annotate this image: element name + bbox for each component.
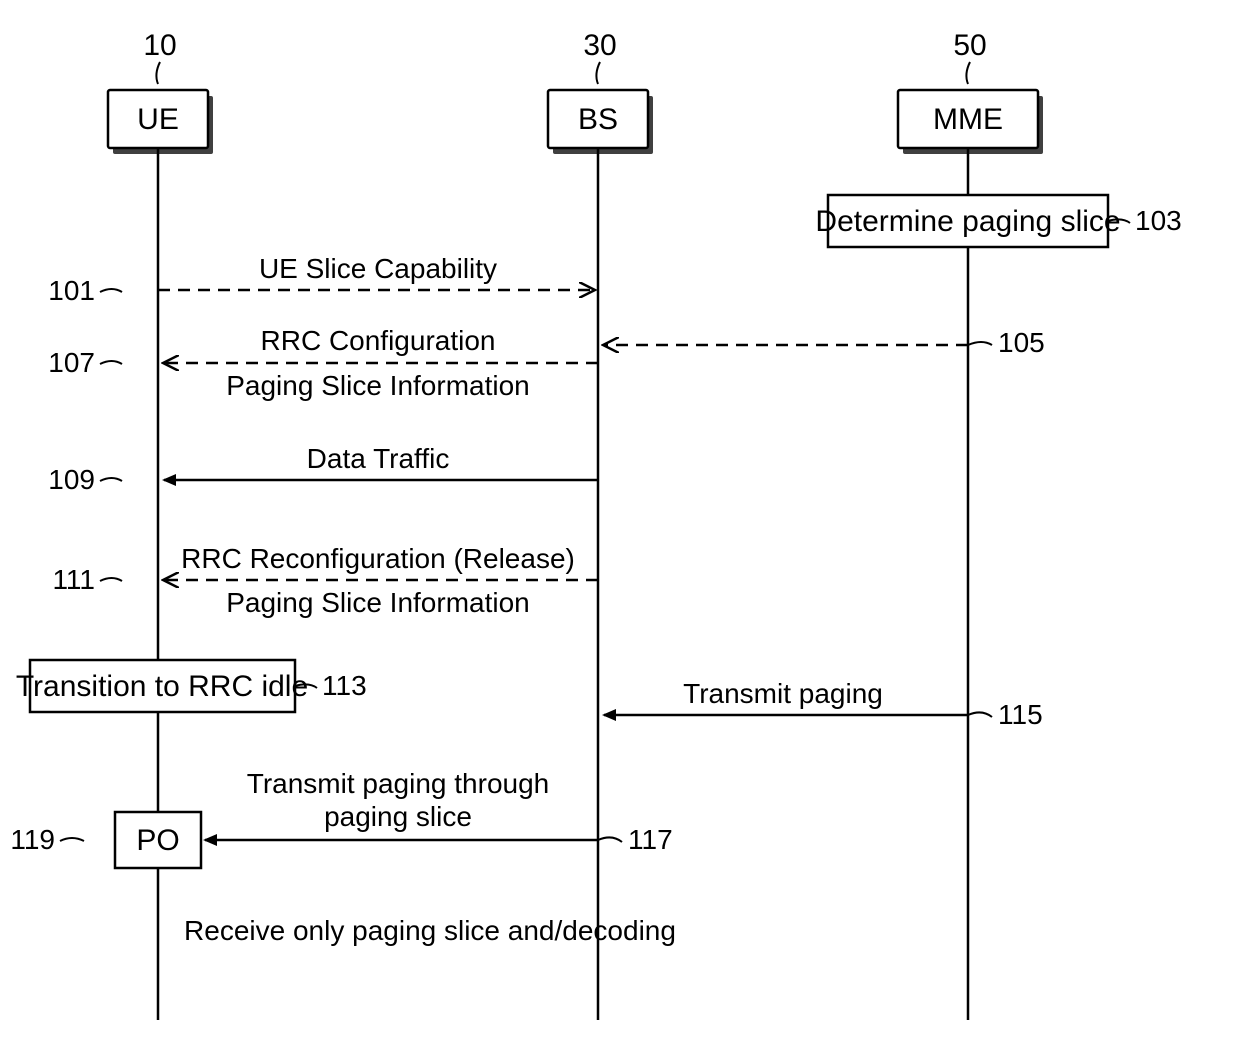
step-119-text: PO [136, 824, 179, 857]
msg-101-ref: 101 [48, 275, 95, 306]
msg-105-ref: 105 [998, 327, 1045, 358]
sequence-diagram: 10 UE 30 BS 50 MME Determine paging slic… [0, 0, 1240, 1059]
bs-label: BS [578, 103, 618, 136]
msg-107-ref: 107 [48, 347, 95, 378]
step-103-box: Determine paging slice 103 [815, 195, 1181, 247]
msg-111: RRC Reconfiguration (Release) Paging Sli… [52, 543, 598, 618]
msg-107-line1: RRC Configuration [261, 325, 496, 356]
msg-117: Transmit paging through paging slice 117 [205, 768, 673, 855]
msg-117-line1: Transmit paging through [247, 768, 549, 799]
step-113-ref: 113 [322, 670, 367, 701]
ue-ref: 10 [143, 29, 176, 62]
msg-101: UE Slice Capability 101 [48, 253, 594, 306]
mme-ref: 50 [953, 29, 986, 62]
msg-111-line2: Paging Slice Information [226, 587, 530, 618]
step-113-box: Transition to RRC idle 113 [16, 660, 367, 712]
step-103-text: Determine paging slice [815, 205, 1120, 238]
msg-115: Transmit paging 115 [604, 678, 1043, 730]
step-103-ref: 103 [1135, 205, 1182, 236]
mme-label: MME [933, 103, 1003, 136]
step-119-box: PO 119 [10, 812, 201, 868]
bs-ref: 30 [583, 29, 616, 62]
msg-117-ref: 117 [628, 824, 673, 855]
msg-109: Data Traffic 109 [48, 443, 598, 495]
participant-ue: 10 UE [108, 29, 213, 1020]
msg-105: 105 [604, 327, 1045, 358]
msg-109-text: Data Traffic [307, 443, 450, 474]
msg-117-line2: paging slice [324, 801, 472, 832]
msg-111-line1: RRC Reconfiguration (Release) [181, 543, 575, 574]
step-113-text: Transition to RRC idle [16, 670, 308, 703]
participant-mme: 50 MME [898, 29, 1043, 1020]
footer-text: Receive only paging slice and/decoding [184, 915, 676, 946]
msg-109-ref: 109 [48, 464, 95, 495]
msg-115-text: Transmit paging [683, 678, 883, 709]
msg-115-ref: 115 [998, 699, 1043, 730]
msg-107-line2: Paging Slice Information [226, 370, 530, 401]
msg-111-ref: 111 [52, 564, 95, 595]
participant-bs: 30 BS [548, 29, 653, 1020]
step-119-ref: 119 [10, 824, 55, 855]
msg-101-text: UE Slice Capability [259, 253, 497, 284]
msg-107: RRC Configuration Paging Slice Informati… [48, 325, 598, 401]
ue-label: UE [137, 103, 179, 136]
